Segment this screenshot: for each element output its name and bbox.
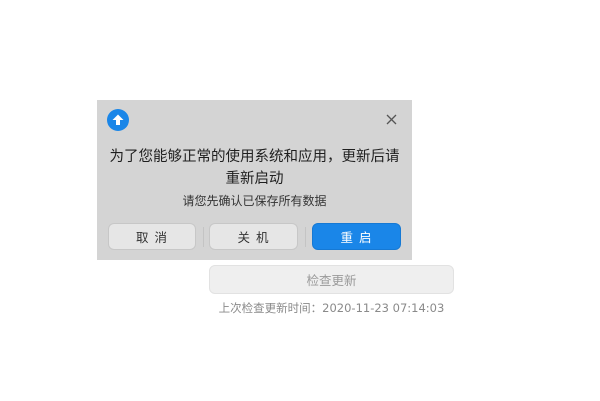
upload-arrow-icon: [107, 109, 129, 131]
restart-dialog: 为了您能够正常的使用系统和应用，更新后请重新启动 请您先确认已保存所有数据 取 …: [97, 100, 412, 260]
close-icon[interactable]: [384, 112, 398, 126]
shutdown-button[interactable]: 关 机: [209, 223, 298, 250]
update-settings-page: 检查更新 上次检查更新时间：2020-11-23 07:14:03 为了您能够正…: [0, 0, 600, 401]
check-update-button[interactable]: 检查更新: [209, 265, 454, 294]
cancel-button[interactable]: 取 消: [108, 223, 196, 250]
dialog-title: 为了您能够正常的使用系统和应用，更新后请重新启动: [109, 149, 400, 187]
restart-button[interactable]: 重 启: [312, 223, 401, 250]
button-divider: [305, 227, 306, 247]
dialog-subtitle: 请您先确认已保存所有数据: [182, 194, 327, 208]
last-check-time: 上次检查更新时间：2020-11-23 07:14:03: [218, 301, 445, 315]
button-divider: [203, 227, 204, 247]
